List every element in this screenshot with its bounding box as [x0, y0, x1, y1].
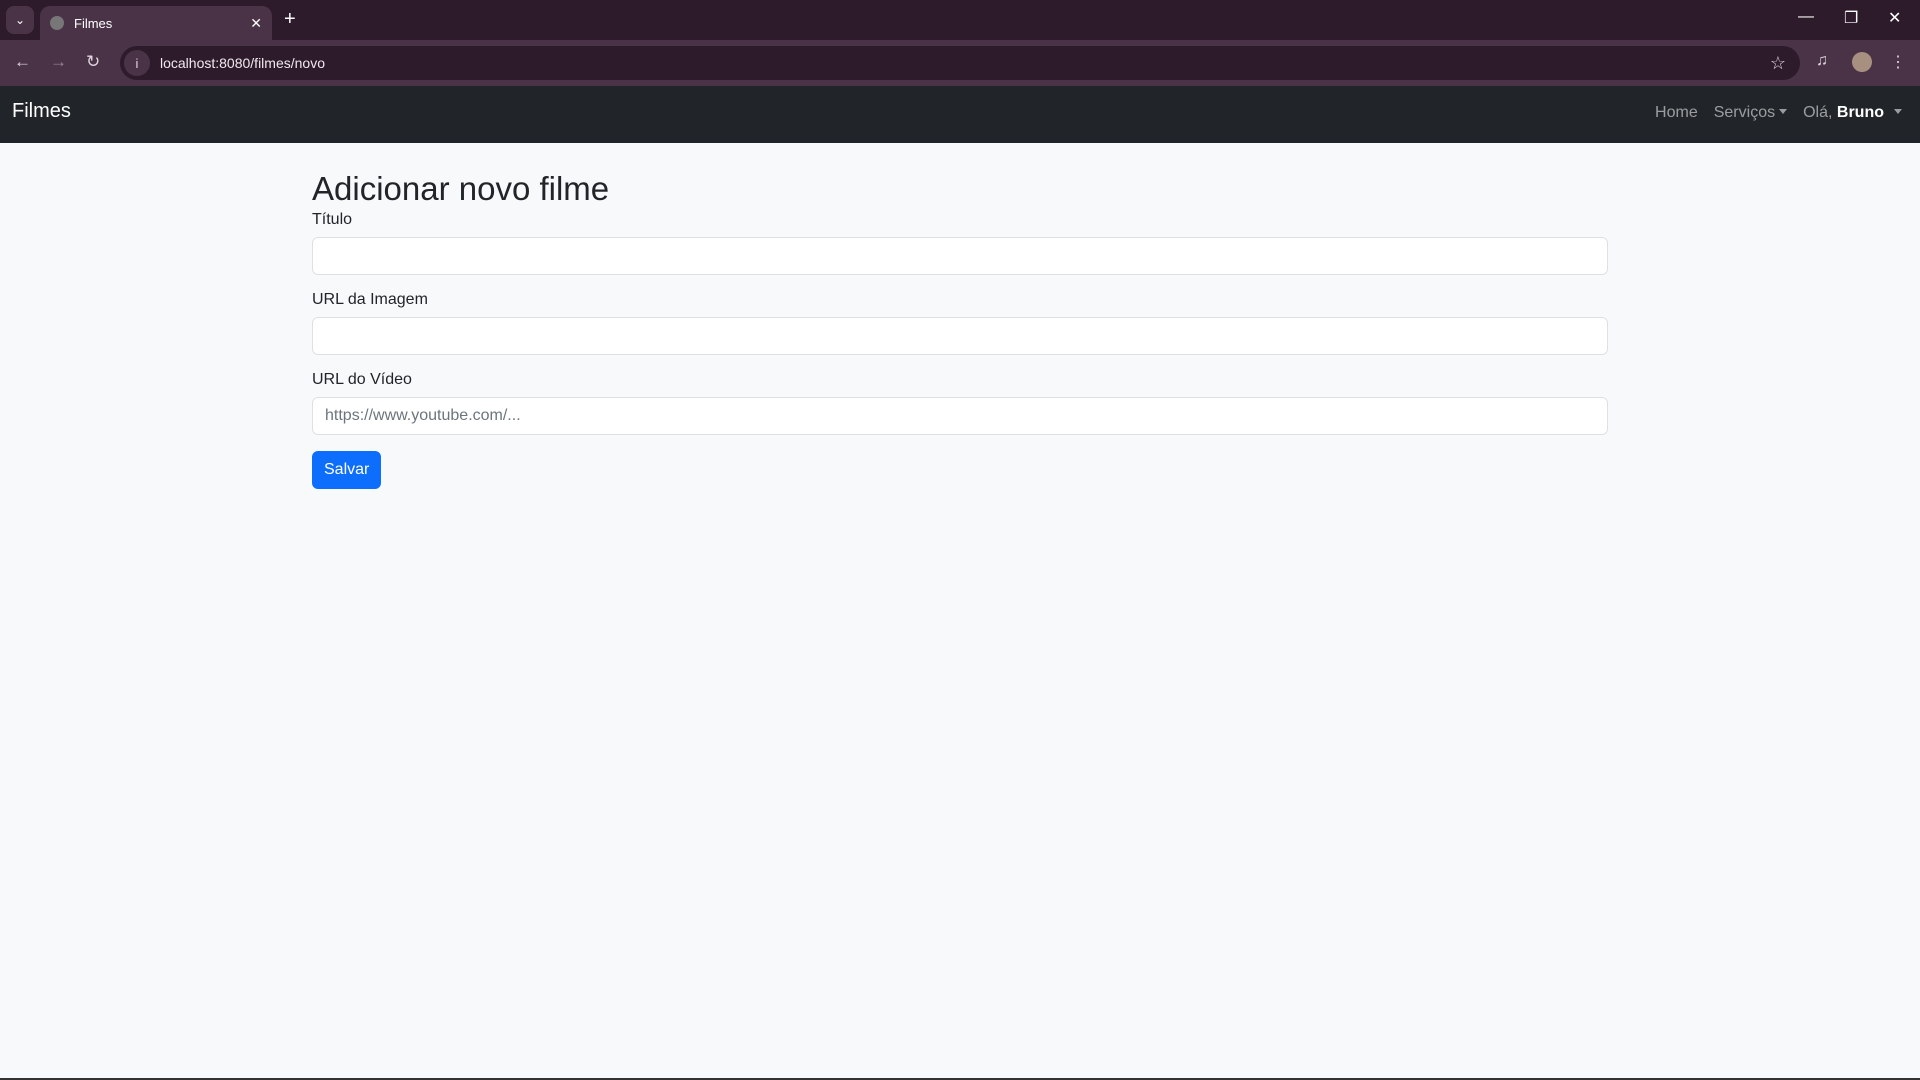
page-title: Adicionar novo filme	[312, 170, 610, 207]
navbar-brand[interactable]: Filmes	[12, 100, 71, 123]
video-url-input[interactable]	[312, 396, 1608, 435]
globe-icon	[50, 16, 64, 30]
media-control-icon[interactable]: ♫	[1816, 52, 1828, 70]
caret-down-icon	[1894, 109, 1902, 114]
close-tab-icon[interactable]: ✕	[250, 15, 262, 32]
bookmark-star-icon[interactable]: ☆	[1770, 53, 1786, 74]
browser-tab[interactable]: Filmes ✕	[40, 6, 272, 40]
reload-icon[interactable]: ↻	[86, 52, 100, 72]
nav-user-dropdown[interactable]: Olá, Bruno	[1803, 104, 1902, 122]
address-bar[interactable]: i localhost:8080/filmes/novo ☆	[120, 46, 1800, 80]
add-movie-form: Adicionar novo filme Título URL da Image…	[312, 143, 1608, 489]
site-info-icon[interactable]: i	[124, 50, 150, 76]
nav-home[interactable]: Home	[1655, 104, 1698, 122]
save-button[interactable]: Salvar	[312, 450, 382, 489]
nav-services-dropdown[interactable]: Serviços	[1713, 104, 1788, 122]
forward-icon[interactable]: →	[50, 52, 67, 72]
user-name: Bruno	[1836, 104, 1884, 121]
image-url-input[interactable]	[312, 316, 1608, 355]
url-text[interactable]: localhost:8080/filmes/novo	[160, 55, 325, 71]
video-url-label: URL do Vídeo	[312, 370, 412, 388]
profile-avatar[interactable]	[1852, 52, 1872, 72]
minimize-icon[interactable]: —	[1798, 8, 1814, 26]
tab-title: Filmes	[74, 15, 113, 31]
title-input[interactable]	[312, 236, 1608, 275]
back-icon[interactable]: ←	[14, 52, 31, 72]
restore-icon[interactable]: ❐	[1844, 8, 1858, 28]
greeting: Olá,	[1803, 104, 1833, 121]
site-navbar: Filmes Home Serviços Olá, Bruno	[0, 86, 1920, 143]
menu-kebab-icon[interactable]: ⋮	[1890, 52, 1906, 72]
image-url-label: URL da Imagem	[312, 290, 428, 308]
title-label: Título	[312, 210, 353, 228]
new-tab-icon[interactable]: +	[284, 8, 296, 31]
close-window-icon[interactable]: ✕	[1888, 8, 1901, 28]
nav-services-label: Serviços	[1713, 104, 1776, 121]
caret-down-icon	[1779, 109, 1788, 114]
browser-tab-bar: ⌄ Filmes ✕ + — ❐ ✕	[0, 0, 1920, 40]
browser-toolbar: ← → ↻ i localhost:8080/filmes/novo ☆ ♫ ⋮	[0, 40, 1920, 86]
tab-list-chevron-icon[interactable]: ⌄	[6, 6, 34, 34]
